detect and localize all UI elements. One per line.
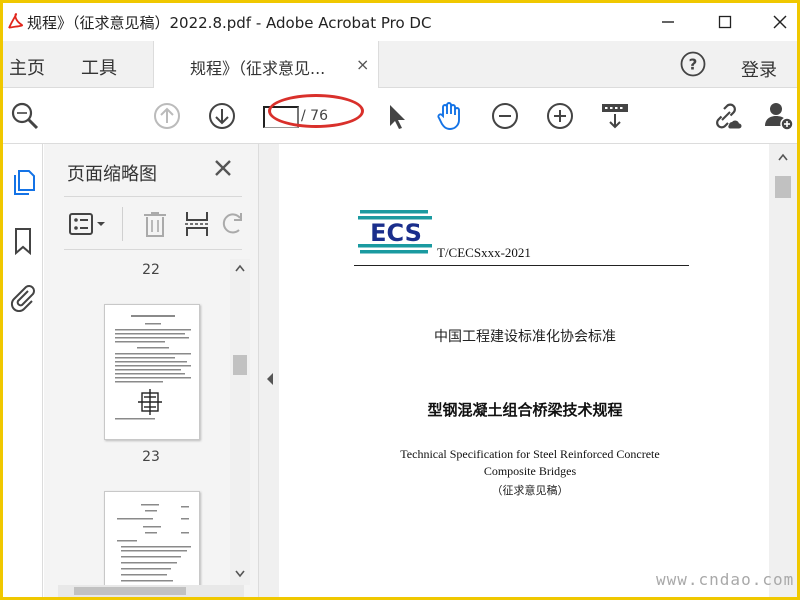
association-name: 中国工程建设标准化协会标准 — [434, 329, 616, 345]
tab-close-button[interactable]: × — [356, 55, 369, 74]
navigation-rail — [3, 144, 43, 597]
scrollbar-thumb[interactable] — [74, 587, 186, 595]
scroll-mode-icon[interactable] — [599, 100, 631, 132]
thumbnail-label: 23 — [142, 449, 160, 465]
toolbar: / 76 — [3, 88, 797, 144]
highlight-ellipse — [268, 94, 364, 128]
thumbnail-page[interactable] — [104, 491, 200, 591]
next-page-icon[interactable] — [206, 100, 238, 132]
add-user-icon[interactable] — [763, 100, 795, 132]
document-scrollbar[interactable] — [769, 144, 797, 597]
english-title-line: Technical Specification for Steel Reinfo… — [400, 447, 660, 461]
help-icon[interactable]: ? — [679, 50, 707, 78]
thumbnail-toolbar — [64, 196, 242, 250]
panel-splitter[interactable] — [258, 144, 279, 597]
login-button[interactable]: 登录 — [741, 56, 777, 82]
minimize-icon — [662, 21, 674, 23]
menu-bar: 主页 工具 规程》（征求意见... × ? 登录 — [3, 41, 797, 89]
menu-tools[interactable]: 工具 — [81, 54, 117, 80]
acrobat-window: 规程》（征求意见稿）2022.8.pdf - Adobe Acrobat Pro… — [3, 3, 797, 597]
thumbnail-preview — [117, 504, 191, 582]
zoom-in-icon[interactable] — [544, 100, 576, 132]
delete-icon[interactable] — [140, 210, 170, 238]
english-title-line: Composite Bridges — [483, 464, 577, 478]
maximize-button[interactable] — [702, 3, 748, 41]
scroll-down-icon[interactable] — [234, 569, 246, 579]
acrobat-logo-icon — [8, 13, 23, 29]
maximize-icon — [718, 15, 732, 29]
title-bar: 规程》（征求意见稿）2022.8.pdf - Adobe Acrobat Pro… — [3, 3, 797, 41]
header-rule — [354, 265, 689, 266]
hand-tool-icon[interactable] — [433, 100, 465, 132]
extract-pages-icon[interactable] — [182, 210, 212, 238]
thumbnail-scrollbar[interactable] — [230, 259, 250, 585]
ecs-logo: ECS — [358, 210, 432, 254]
scrollbar-thumb[interactable] — [233, 355, 247, 375]
close-icon — [773, 15, 787, 29]
toolbar-divider — [122, 207, 123, 241]
close-window-button[interactable] — [757, 3, 797, 41]
zoom-out-icon[interactable] — [489, 100, 521, 132]
bookmarks-icon[interactable] — [8, 226, 38, 256]
thumbnail-panel: 页面缩略图 22 23 — [44, 144, 258, 597]
rotate-icon[interactable] — [219, 210, 249, 238]
svg-text:?: ? — [689, 56, 698, 74]
collapse-panel-icon[interactable] — [265, 372, 275, 386]
site-watermark: www.cndao.com — [656, 570, 795, 589]
document-title: 型钢混凝土组合桥梁技术规程 — [427, 401, 623, 419]
scroll-up-icon[interactable] — [777, 152, 789, 162]
previous-page-icon[interactable] — [151, 100, 183, 132]
page-thumbnails-icon[interactable] — [8, 166, 38, 196]
logo-text: ECS — [370, 219, 422, 247]
minimize-button[interactable] — [645, 3, 691, 41]
search-icon[interactable] — [9, 100, 41, 132]
panel-title: 页面缩略图 — [67, 164, 157, 185]
document-tab[interactable]: 规程》（征求意见... × — [153, 41, 379, 89]
thumbnail-horizontal-scrollbar[interactable] — [58, 585, 244, 597]
document-view[interactable]: ECS T/CECSxxx-2021 中国工程建设标准化协会标准 型钢混凝土组合… — [279, 144, 769, 597]
attachments-icon[interactable] — [8, 282, 38, 312]
thumbnail-page[interactable] — [104, 304, 200, 440]
select-cursor-icon[interactable] — [381, 100, 413, 132]
share-link-icon[interactable] — [710, 100, 742, 132]
english-title: Technical Specification for Steel Reinfo… — [354, 446, 706, 480]
window-title: 规程》（征求意见稿）2022.8.pdf - Adobe Acrobat Pro… — [27, 14, 432, 32]
options-menu-icon[interactable] — [68, 210, 108, 238]
scrollbar-thumb[interactable] — [775, 176, 791, 198]
menu-home[interactable]: 主页 — [9, 54, 45, 80]
thumbnail-preview — [115, 315, 191, 420]
document-tab-label: 规程》（征求意见... — [190, 59, 326, 78]
close-panel-icon[interactable] — [211, 156, 235, 180]
scroll-up-icon[interactable] — [234, 263, 246, 273]
draft-label: （征求意见稿） — [491, 484, 569, 497]
standard-code: T/CECSxxx-2021 — [437, 245, 531, 260]
thumbnail-label: 22 — [142, 262, 160, 278]
